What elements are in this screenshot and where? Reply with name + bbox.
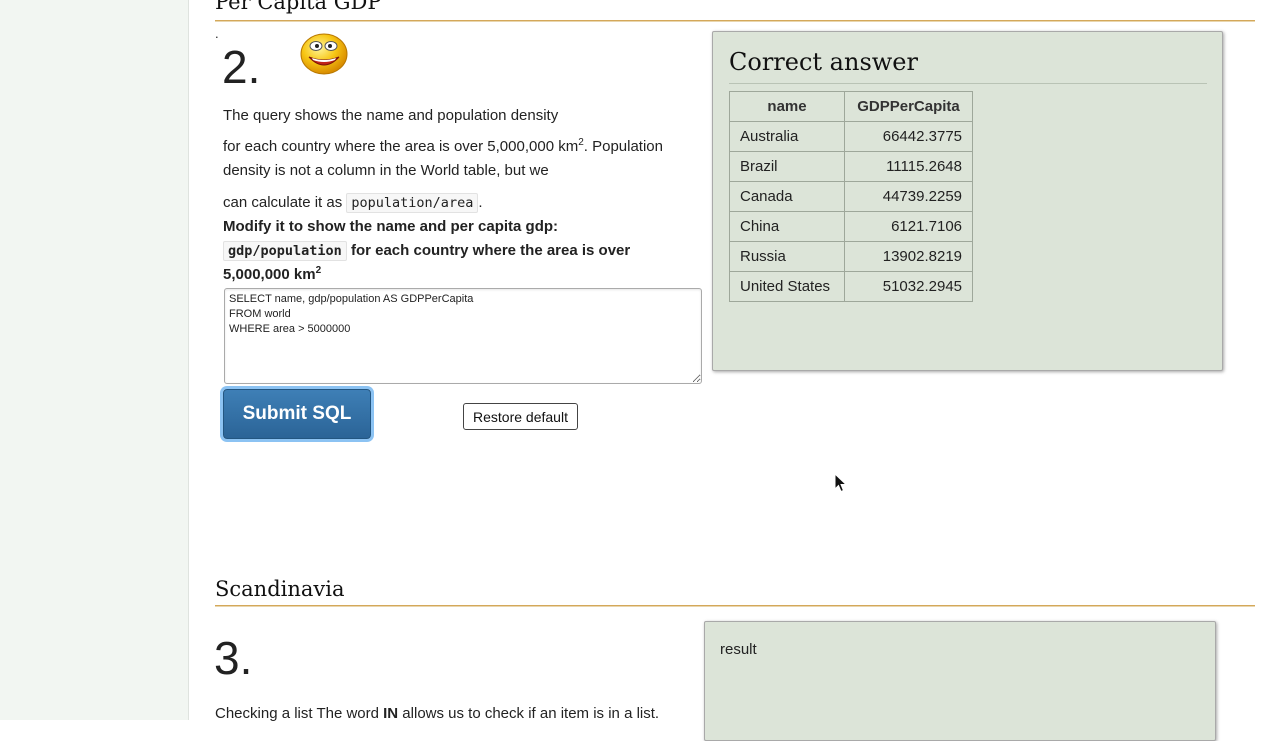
- column-header-gdppercapita: GDPPerCapita: [844, 91, 973, 122]
- question-text-line3: can calculate it as population/area.: [223, 191, 483, 215]
- table-cell-value: 13902.8219: [844, 241, 973, 272]
- section-title-scandinavia: Scandinavia: [215, 577, 345, 601]
- table-header-row: name GDPPerCapita: [729, 91, 973, 122]
- table-cell-value: 6121.7106: [844, 211, 973, 242]
- anchor-dot: .: [215, 26, 219, 41]
- keyword-in: IN: [383, 705, 399, 722]
- column-header-name: name: [729, 91, 845, 122]
- question-text-part: allows us to check if an item is in a li…: [398, 705, 660, 722]
- section-title-per-capita-gdp: Per Capita GDP: [215, 0, 382, 14]
- question-text-line1: The query shows the name and population …: [223, 107, 559, 124]
- question-number: 2.: [222, 41, 261, 93]
- table-row: Brazil 11115.2648: [729, 151, 973, 182]
- restore-default-button[interactable]: Restore default: [463, 403, 578, 430]
- table-cell-name: Canada: [729, 181, 845, 212]
- table-row: Russia 13902.8219: [729, 241, 973, 272]
- code-population-area: population/area: [346, 193, 479, 213]
- table-cell-name: Brazil: [729, 151, 845, 182]
- left-sidebar: [0, 0, 189, 720]
- table-cell-value: 11115.2648: [844, 151, 973, 182]
- table-cell-name: China: [729, 211, 845, 242]
- answer-table: name GDPPerCapita Australia 66442.3775 B…: [729, 91, 973, 302]
- result-panel: result: [704, 621, 1216, 741]
- smiley-face-icon: [300, 33, 348, 75]
- result-label: result: [720, 641, 757, 658]
- sql-editor[interactable]: [224, 288, 702, 384]
- instruction-line3: 5,000,000 km2: [223, 263, 321, 287]
- submit-sql-button[interactable]: Submit SQL: [223, 389, 371, 439]
- table-cell-value: 51032.2945: [844, 271, 973, 302]
- instruction-line1: Modify it to show the name and per capit…: [223, 218, 559, 235]
- instruction-part: for each country where the area is over: [346, 242, 631, 259]
- instruction-part: 5,000,000 km: [223, 266, 316, 283]
- correct-answer-panel: Correct answer name GDPPerCapita Austral…: [712, 31, 1223, 371]
- table-row: Canada 44739.2259: [729, 181, 973, 212]
- panel-divider: [729, 83, 1207, 84]
- section-divider: [215, 20, 1255, 22]
- superscript-2: 2: [315, 265, 322, 276]
- question-text-part: can calculate it as: [223, 194, 347, 211]
- table-row: China 6121.7106: [729, 211, 973, 242]
- question-text-line2: for each country where the area is over …: [223, 135, 688, 183]
- question-text-part: for each country where the area is over …: [223, 138, 579, 155]
- table-cell-name: Australia: [729, 121, 845, 152]
- table-row: United States 51032.2945: [729, 271, 973, 302]
- code-gdp-population: gdp/population: [223, 241, 347, 261]
- table-cell-value: 66442.3775: [844, 121, 973, 152]
- instruction-line2: gdp/population for each country where th…: [223, 239, 630, 263]
- table-cell-name: United States: [729, 271, 845, 302]
- table-row: Australia 66442.3775: [729, 121, 973, 152]
- question-number: 3.: [214, 632, 253, 684]
- mouse-pointer-icon: [834, 473, 848, 493]
- correct-answer-title: Correct answer: [729, 48, 918, 76]
- table-cell-name: Russia: [729, 241, 845, 272]
- question3-text: Checking a list The word IN allows us to…: [215, 702, 659, 726]
- table-cell-value: 44739.2259: [844, 181, 973, 212]
- question-text-part: .: [478, 194, 483, 211]
- section-divider: [215, 605, 1255, 607]
- question-text-part: Checking a list The word: [215, 705, 384, 722]
